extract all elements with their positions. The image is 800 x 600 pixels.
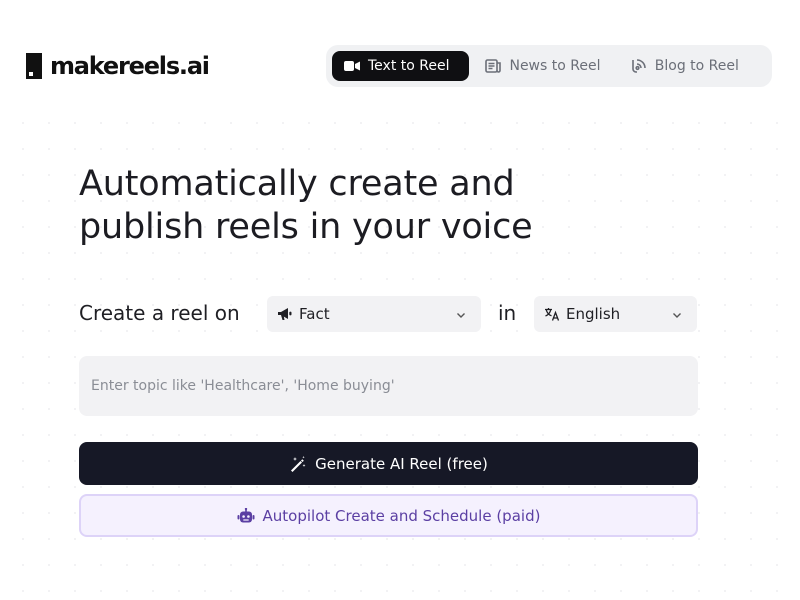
tab-label: News to Reel — [509, 58, 601, 74]
tab-label: Text to Reel — [368, 58, 450, 74]
hero-line-1: Automatically create and — [79, 164, 515, 204]
in-label: in — [498, 301, 517, 325]
reel-type-value: Fact — [299, 305, 330, 323]
autopilot-label: Autopilot Create and Schedule (paid) — [262, 506, 541, 525]
logo-mark-icon — [26, 53, 42, 79]
reel-type-select[interactable]: Fact — [267, 296, 481, 332]
generate-reel-button[interactable]: Generate AI Reel (free) — [79, 442, 698, 485]
tab-blog-to-reel[interactable]: Blog to Reel — [619, 51, 766, 81]
language-select[interactable]: English — [534, 296, 697, 332]
tab-news-to-reel[interactable]: News to Reel — [473, 51, 618, 81]
translate-icon — [544, 307, 560, 321]
logo-text: makereels.ai — [50, 52, 210, 80]
logo[interactable]: makereels.ai — [26, 52, 210, 80]
topic-input[interactable] — [79, 356, 698, 416]
chevron-down-icon — [671, 307, 683, 325]
language-value: English — [566, 305, 621, 323]
mode-tabs: Text to Reel News to Reel Blog to Reel — [326, 45, 772, 87]
hero-line-2: publish reels in your voice — [79, 207, 533, 247]
robot-icon — [237, 507, 255, 524]
megaphone-icon — [277, 307, 293, 321]
autopilot-button[interactable]: Autopilot Create and Schedule (paid) — [79, 494, 698, 537]
tab-text-to-reel[interactable]: Text to Reel — [332, 51, 470, 81]
generate-reel-label: Generate AI Reel (free) — [315, 454, 488, 473]
magic-wand-icon — [289, 455, 307, 472]
reel-options-row: Create a reel on Fact in English — [79, 296, 699, 332]
chevron-down-icon — [455, 307, 467, 325]
tab-label: Blog to Reel — [654, 58, 739, 74]
header: makereels.ai Text to Reel News to Reel B… — [0, 0, 800, 110]
create-label: Create a reel on — [79, 301, 240, 325]
hero-heading: Automatically create and publish reels i… — [79, 163, 699, 249]
video-camera-icon — [344, 60, 360, 72]
newspaper-icon — [485, 59, 502, 73]
blog-icon — [631, 58, 647, 74]
